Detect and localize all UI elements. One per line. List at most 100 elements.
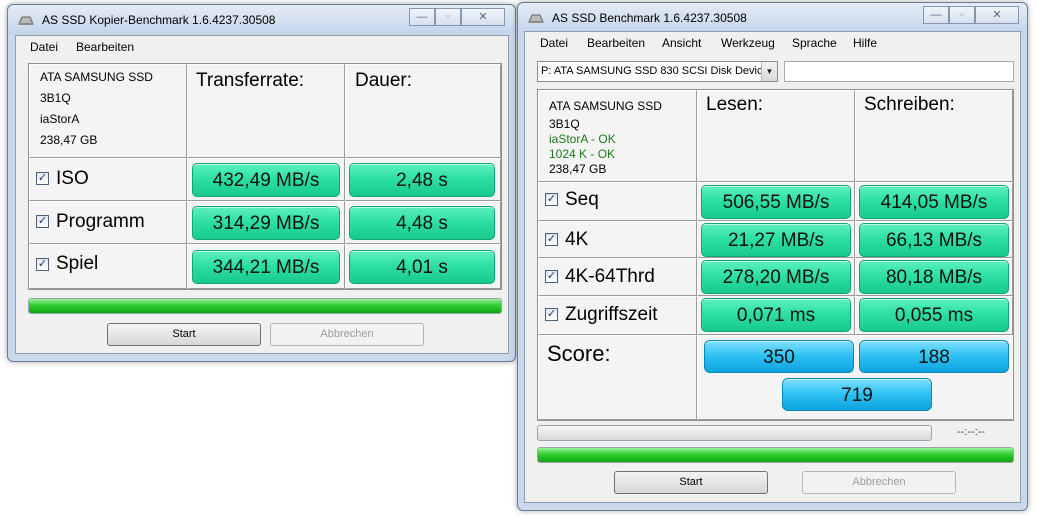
row-4k64-read-cell: 278,20 MB/s [697,258,855,296]
menu-ansicht[interactable]: Ansicht [662,36,701,50]
row-seq-write-cell: 414,05 MB/s [855,182,1013,221]
drive-size: 238,47 GB [40,133,98,147]
row-spiel-rate-cell: 344,21 MB/s [187,244,345,289]
minimize-button[interactable]: — [923,6,949,24]
bench-results-panel: ATA SAMSUNG SSD 3B1Q iaStorA - OK 1024 K… [537,89,1014,421]
drive-info-textbox[interactable] [784,61,1014,82]
dauer-header: Dauer: [355,70,413,91]
row-4k-write-cell: 66,13 MB/s [855,221,1013,258]
bench-window-title: AS SSD Benchmark 1.6.4237.30508 [552,11,747,25]
benchmark-window: AS SSD Benchmark 1.6.4237.30508 — ▫ ✕ Da… [517,2,1028,511]
4k-64thrd-label: 4K-64Thrd [565,266,655,287]
row-spiel-label-cell: ✓ Spiel [29,244,187,289]
minimize-button[interactable]: — [409,8,435,26]
4k-64thrd-checkbox[interactable]: ✓ [545,270,558,283]
bench-drive-size: 238,47 GB [549,162,607,176]
menu-bearbeiten[interactable]: Bearbeiten [587,36,645,50]
start-button[interactable]: Start [107,323,261,346]
bench-window-titlebar[interactable]: AS SSD Benchmark 1.6.4237.30508 — ▫ ✕ [518,3,1027,33]
4k-read-value: 21,27 MB/s [701,223,851,257]
abbrechen-button[interactable]: Abbrechen [802,471,956,494]
bench-progress-bar-bottom [537,447,1014,463]
lesen-header-cell: Lesen: [697,90,855,182]
score-label: Score: [547,341,611,366]
row-4k-label-cell: ✓ 4K [538,221,697,258]
bench-drive-info-cell: ATA SAMSUNG SSD 3B1Q iaStorA - OK 1024 K… [538,90,697,182]
seq-write-value: 414,05 MB/s [859,185,1009,219]
seq-label: Seq [565,189,599,210]
seq-read-value: 506,55 MB/s [701,185,851,219]
menu-hilfe[interactable]: Hilfe [853,36,877,50]
menu-bearbeiten[interactable]: Bearbeiten [76,40,134,54]
score-values-cell: 350 188 719 [697,335,1013,420]
bench-drive-model: ATA SAMSUNG SSD [549,99,662,113]
4k-checkbox[interactable]: ✓ [545,233,558,246]
seq-checkbox[interactable]: ✓ [545,193,558,206]
copy-results-panel: ATA SAMSUNG SSD 3B1Q iaStorA 238,47 GB T… [28,63,502,290]
transferrate-header-cell: Transferrate: [187,64,345,158]
zugriffszeit-read-value: 0,071 ms [701,298,851,332]
maximize-button[interactable]: ▫ [949,6,975,24]
4k-64thrd-read-value: 278,20 MB/s [701,260,851,294]
schreiben-header-cell: Schreiben: [855,90,1013,182]
zugriffszeit-write-value: 0,055 ms [859,298,1009,332]
row-iso-label-cell: ✓ ISO [29,158,187,201]
drive-driver: iaStorA [40,112,80,126]
4k-label: 4K [565,229,589,250]
iso-checkbox[interactable]: ✓ [36,172,49,185]
zugriffszeit-checkbox[interactable]: ✓ [545,308,558,321]
iso-label: ISO [56,168,89,189]
row-seq-read-cell: 506,55 MB/s [697,182,855,221]
driver-status: iaStorA - OK [549,132,616,146]
schreiben-header: Schreiben: [864,94,955,115]
row-zugriffszeit-read-cell: 0,071 ms [697,296,855,335]
bench-drive-info: ATA SAMSUNG SSD 3B1Q iaStorA - OK 1024 K… [549,95,662,177]
zugriffszeit-label: Zugriffszeit [565,304,658,325]
copy-window-client: Datei Bearbeiten ATA SAMSUNG SSD 3B1Q ia… [15,35,509,354]
menu-datei[interactable]: Datei [30,40,58,54]
drive-firmware: 3B1Q [40,91,71,105]
abbrechen-button[interactable]: Abbrechen [270,323,424,346]
spiel-duration-value: 4,01 s [349,250,495,284]
bench-menubar: Datei Bearbeiten Ansicht Werkzeug Sprach… [525,32,1020,54]
spiel-label: Spiel [56,253,99,274]
copy-progress-bar [28,298,502,314]
bench-progress-bar-top [537,425,932,441]
4k-64thrd-write-value: 80,18 MB/s [859,260,1009,294]
drive-select[interactable]: P: ATA SAMSUNG SSD 830 SCSI Disk Device … [537,61,778,82]
menu-werkzeug[interactable]: Werkzeug [721,36,775,50]
lesen-header: Lesen: [706,94,764,115]
row-4k64-label-cell: ✓ 4K-64Thrd [538,258,697,296]
row-programm-duration-cell: 4,48 s [345,201,501,244]
spiel-checkbox[interactable]: ✓ [36,258,49,271]
programm-checkbox[interactable]: ✓ [36,215,49,228]
row-iso-rate-cell: 432,49 MB/s [187,158,345,201]
row-spiel-duration-cell: 4,01 s [345,244,501,289]
iso-duration-value: 2,48 s [349,163,495,197]
row-seq-label-cell: ✓ Seq [538,182,697,221]
close-button[interactable]: ✕ [461,8,505,26]
bench-progress-fill-bottom [538,448,1013,462]
close-button[interactable]: ✕ [975,6,1019,24]
programm-duration-value: 4,48 s [349,206,495,240]
iso-rate-value: 432,49 MB/s [192,163,340,197]
maximize-button[interactable]: ▫ [435,8,461,26]
transferrate-header: Transferrate: [196,70,305,91]
row-programm-rate-cell: 314,29 MB/s [187,201,345,244]
spiel-rate-value: 344,21 MB/s [192,250,340,284]
drive-info: ATA SAMSUNG SSD 3B1Q iaStorA 238,47 GB [40,67,153,151]
alignment-status: 1024 K - OK [549,147,616,161]
row-iso-duration-cell: 2,48 s [345,158,501,201]
start-button[interactable]: Start [614,471,768,494]
menu-datei[interactable]: Datei [540,36,568,50]
programm-label: Programm [56,211,145,232]
row-4k-read-cell: 21,27 MB/s [697,221,855,258]
copy-window-titlebar[interactable]: AS SSD Kopier-Benchmark 1.6.4237.30508 —… [8,5,515,35]
bench-drive-firmware: 3B1Q [549,117,580,131]
bench-window-client: Datei Bearbeiten Ansicht Werkzeug Sprach… [524,31,1021,503]
chevron-down-icon[interactable]: ▼ [761,62,777,81]
menu-sprache[interactable]: Sprache [792,36,837,50]
copy-progress-fill [29,299,501,313]
read-score: 350 [704,340,854,373]
row-programm-label-cell: ✓ Programm [29,201,187,244]
